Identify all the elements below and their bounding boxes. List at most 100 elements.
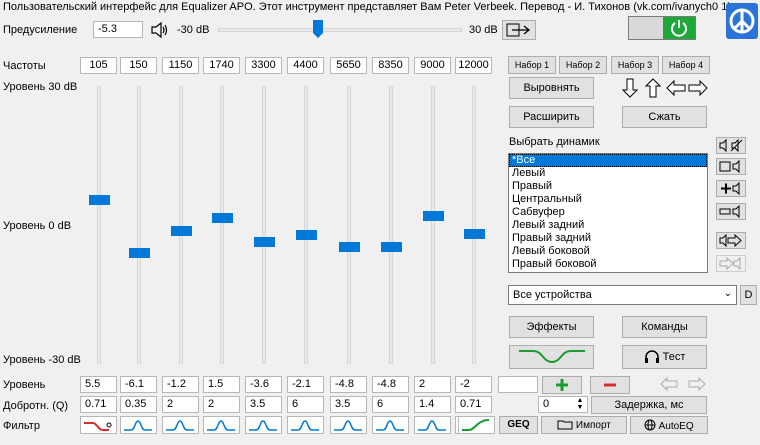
band-slider-thumb[interactable] [380, 242, 402, 253]
speaker-list-item[interactable]: Правый задний [509, 232, 707, 245]
frequency-input[interactable]: 5650 [330, 57, 367, 74]
band-slider-thumb[interactable] [463, 229, 485, 240]
shift-right-icon[interactable] [688, 376, 706, 394]
band-slider-track[interactable] [430, 86, 435, 364]
q-input[interactable]: 0.71 [455, 396, 492, 413]
align-button[interactable]: Выровнять [509, 77, 594, 99]
preset-button-3[interactable]: Набор 3 [611, 56, 659, 74]
band-slider-track[interactable] [261, 86, 266, 364]
filter-type-button[interactable] [80, 416, 117, 434]
export-button[interactable] [502, 20, 536, 40]
frequency-input[interactable]: 150 [120, 57, 157, 74]
effects-button[interactable]: Эффекты [509, 316, 594, 338]
level-input[interactable]: -3.6 [245, 376, 282, 393]
band-slider-thumb[interactable] [338, 242, 360, 253]
speaker-list-item[interactable]: Центральный [509, 193, 707, 206]
band-slider-track[interactable] [303, 86, 308, 364]
speaker-list-item[interactable]: Левый боковой [509, 245, 707, 258]
import-button[interactable]: Импорт [541, 416, 627, 434]
arrow-right-icon[interactable] [688, 79, 708, 99]
remove-speaker-button[interactable] [716, 203, 746, 220]
speaker-route-button[interactable] [716, 232, 746, 249]
preamp-input[interactable]: -5.3 [93, 21, 143, 38]
filter-type-button[interactable] [120, 416, 157, 434]
arrow-up-icon[interactable] [644, 78, 662, 101]
filter-type-button[interactable] [245, 416, 282, 434]
band-slider-track[interactable] [346, 86, 351, 364]
level-input[interactable]: 1.5 [203, 376, 240, 393]
q-input[interactable]: 2 [162, 396, 199, 413]
filter-type-button[interactable] [162, 416, 199, 434]
band-slider-track[interactable] [96, 86, 101, 364]
level-input[interactable]: -2 [455, 376, 492, 393]
q-input[interactable]: 3.5 [330, 396, 367, 413]
level-input[interactable]: -4.8 [330, 376, 367, 393]
device-d-button[interactable]: D [740, 285, 757, 305]
filter-type-button[interactable] [372, 416, 409, 434]
filter-type-button[interactable] [203, 416, 240, 434]
remove-band-button[interactable] [590, 376, 630, 394]
q-input[interactable]: 6 [372, 396, 409, 413]
q-input[interactable]: 3.5 [245, 396, 282, 413]
speaker-list[interactable]: *Все Левый Правый Центральный Сабвуфер Левый … [508, 153, 708, 273]
frequency-input[interactable]: 8350 [372, 57, 409, 74]
arrow-down-icon[interactable] [621, 78, 639, 101]
add-speaker-button[interactable] [716, 180, 746, 197]
speaker-list-item[interactable]: *Все [509, 154, 707, 167]
speaker-route-disabled-button[interactable] [716, 255, 746, 272]
band-slider-thumb[interactable] [211, 213, 233, 224]
curve-button[interactable] [509, 345, 594, 369]
band-slider-thumb[interactable] [253, 236, 275, 247]
add-band-button[interactable] [542, 376, 582, 394]
mute-speaker-button[interactable] [716, 137, 746, 154]
frequency-input[interactable]: 4400 [287, 57, 324, 74]
compress-button[interactable]: Сжать [622, 106, 707, 128]
single-speaker-button[interactable] [716, 158, 746, 175]
level-input-empty[interactable] [498, 376, 538, 393]
level-input[interactable]: -6.1 [120, 376, 157, 393]
band-slider-thumb[interactable] [295, 229, 317, 240]
filter-type-button[interactable] [330, 416, 367, 434]
power-toggle[interactable] [628, 16, 696, 40]
speaker-icon[interactable] [150, 20, 170, 40]
level-input[interactable]: -2.1 [287, 376, 324, 393]
frequency-input[interactable]: 1150 [162, 57, 199, 74]
q-input[interactable]: 0.35 [120, 396, 157, 413]
band-slider-track[interactable] [471, 86, 476, 364]
preset-button-1[interactable]: Набор 1 [508, 56, 556, 74]
level-input[interactable]: -4.8 [372, 376, 409, 393]
filter-type-button[interactable] [414, 416, 451, 434]
q-input[interactable]: 6 [287, 396, 324, 413]
speaker-list-item[interactable]: Сабвуфер [509, 206, 707, 219]
band-slider-thumb[interactable] [128, 248, 150, 259]
speaker-list-item[interactable]: Левый [509, 167, 707, 180]
shift-left-icon[interactable] [660, 376, 678, 394]
band-slider-thumb[interactable] [170, 225, 192, 236]
band-slider-thumb[interactable] [422, 210, 444, 221]
preset-button-2[interactable]: Набор 2 [559, 56, 607, 74]
test-button[interactable]: Тест [622, 345, 707, 369]
level-input[interactable]: 2 [414, 376, 451, 393]
level-input[interactable]: -1.2 [162, 376, 199, 393]
speaker-list-item[interactable]: Правый боковой [509, 258, 707, 271]
filter-type-button[interactable] [287, 416, 324, 434]
frequency-input[interactable]: 1740 [203, 57, 240, 74]
frequency-input[interactable]: 3300 [245, 57, 282, 74]
delay-button[interactable]: Задержка, мс [591, 396, 707, 414]
speaker-list-item[interactable]: Левый задний [509, 219, 707, 232]
frequency-input[interactable]: 9000 [414, 57, 451, 74]
geq-button[interactable]: GEQ [499, 416, 538, 434]
device-select[interactable]: Все устройства ⌄ [508, 285, 737, 305]
filter-type-button[interactable] [458, 416, 495, 434]
band-slider-track[interactable] [388, 86, 393, 364]
band-slider-thumb[interactable] [88, 194, 110, 205]
q-input[interactable]: 0.71 [80, 396, 117, 413]
preamp-slider[interactable] [218, 20, 462, 38]
arrow-left-icon[interactable] [666, 79, 686, 99]
preamp-slider-thumb[interactable] [313, 20, 324, 38]
level-input[interactable]: 5.5 [80, 376, 117, 393]
frequency-input[interactable]: 12000 [455, 57, 492, 74]
preset-button-4[interactable]: Набор 4 [662, 56, 710, 74]
autoeq-button[interactable]: AutoEQ [630, 416, 708, 434]
band-slider-track[interactable] [136, 86, 141, 364]
